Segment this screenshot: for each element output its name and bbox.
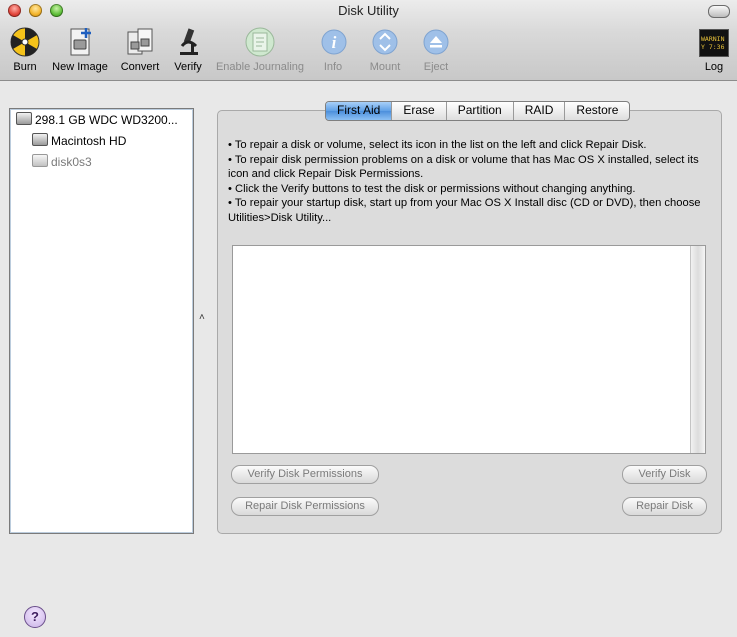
verify-disk-button[interactable]: Verify Disk [622,465,707,484]
title-bar: Disk Utility [0,0,737,22]
tab-first-aid[interactable]: First Aid [326,102,392,120]
toolbar-convert-label: Convert [120,61,160,73]
disk-label: Macintosh HD [51,134,127,148]
window-title: Disk Utility [338,3,399,18]
instruction-line: • To repair disk permission problems on … [228,153,699,181]
instruction-line: • To repair a disk or volume, select its… [228,139,647,151]
toolbar-verify-label: Verify [174,61,202,73]
repair-disk-permissions-button[interactable]: Repair Disk Permissions [231,497,379,516]
disk-list-item-macintosh-hd[interactable]: Macintosh HD [32,132,126,150]
toolbar-toggle-button[interactable] [708,5,730,18]
toolbar-mount-label: Mount [369,61,401,73]
hard-disk-icon [16,112,32,125]
toolbar-burn-button[interactable]: Burn [6,26,44,78]
verify-microscope-icon [180,28,198,55]
toolbar-new-image-button[interactable]: New Image [48,26,112,78]
burn-icon [10,27,40,57]
toolbar-enable-journaling-button[interactable]: Enable Journaling [211,26,309,78]
repair-disk-button[interactable]: Repair Disk [622,497,707,516]
volume-icon [32,133,48,146]
toolbar-eject-button[interactable]: Eject [419,26,453,78]
verify-disk-permissions-button[interactable]: Verify Disk Permissions [231,465,379,484]
volume-icon [32,154,48,167]
mount-icon [372,29,398,55]
toolbar-verify-button[interactable]: Verify [170,26,206,78]
window-chrome: Disk Utility Burn New Image Convert Veri… [0,0,737,81]
tab-bar: First Aid Erase Partition RAID Restore [325,101,631,121]
eject-icon [423,29,449,55]
first-aid-instructions: • To repair a disk or volume, select its… [228,138,708,225]
toolbar-eject-label: Eject [423,61,449,73]
log-icon: WARNIN Y 7:36 [699,29,729,57]
disk-label: disk0s3 [51,155,92,169]
splitter-handle[interactable]: ˄ [199,312,205,323]
first-aid-log-view[interactable] [232,245,706,454]
convert-icon [127,28,153,55]
toolbar-new-image-label: New Image [52,61,108,73]
tab-partition[interactable]: Partition [445,102,513,120]
tab-raid[interactable]: RAID [512,102,565,120]
toolbar-info-label: Info [323,61,343,73]
instruction-line: • To repair your startup disk, start up … [228,197,701,224]
info-icon: i [321,29,347,55]
toolbar-mount-button[interactable]: Mount [364,26,406,78]
disk-list[interactable]: 298.1 GB WDC WD3200... Macintosh HD disk… [9,108,194,534]
svg-text:i: i [332,33,337,52]
toolbar-enable-journaling-label: Enable Journaling [215,61,305,73]
toolbar-log-label: Log [704,61,724,73]
journaling-icon [245,27,275,57]
new-image-icon [70,28,91,56]
log-scrollbar[interactable] [690,246,705,453]
help-button[interactable]: ? [24,606,46,628]
disk-list-item-wdc[interactable]: 298.1 GB WDC WD3200... [16,111,178,129]
toolbar-burn-label: Burn [13,61,37,73]
disk-list-item-disk0s3[interactable]: disk0s3 [32,153,92,171]
tab-erase[interactable]: Erase [391,102,445,120]
disk-label: 298.1 GB WDC WD3200... [35,113,178,127]
instruction-line: • Click the Verify buttons to test the d… [228,182,636,195]
toolbar-info-button[interactable]: i Info [318,26,348,78]
tab-restore[interactable]: Restore [564,102,629,120]
toolbar-convert-button[interactable]: Convert [117,26,163,78]
toolbar-log-button[interactable]: WARNIN Y 7:36 Log [698,26,730,78]
